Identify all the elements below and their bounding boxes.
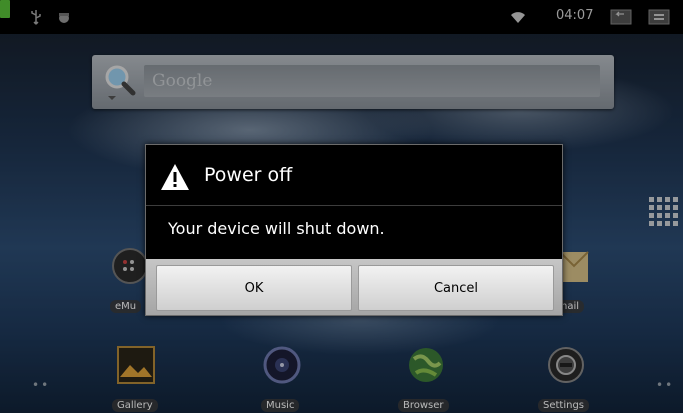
warning-icon (161, 164, 189, 190)
home-screen: 04:07 Google eMu nail •• •• Gallery Musi… (0, 0, 683, 413)
power-off-dialog: Power off Your device will shut down. OK… (145, 144, 563, 316)
dialog-header: Power off (146, 145, 562, 205)
dialog-title: Power off (204, 164, 293, 186)
dialog-divider (146, 205, 562, 206)
cancel-button[interactable]: Cancel (358, 265, 554, 311)
ok-button[interactable]: OK (156, 265, 352, 311)
dialog-message: Your device will shut down. (168, 219, 385, 238)
dialog-button-bar: OK Cancel (146, 259, 562, 315)
